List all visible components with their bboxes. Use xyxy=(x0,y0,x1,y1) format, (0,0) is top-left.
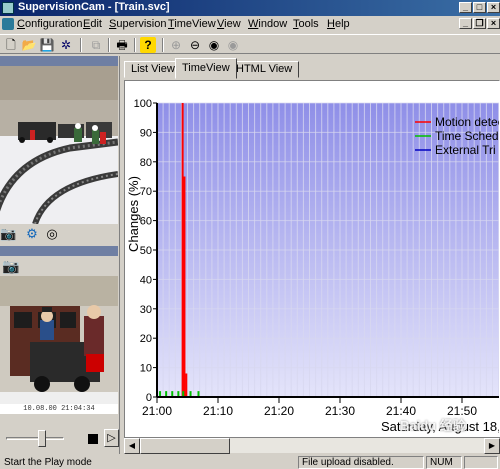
scroll-right-arrow-icon[interactable]: ▶ xyxy=(484,438,500,454)
watermark-logo: Baidu 经验 xyxy=(400,418,466,433)
menu-timeview[interactable]: TimeView xyxy=(168,18,216,30)
maximize-icon[interactable]: □ xyxy=(473,2,486,13)
stop-icon[interactable] xyxy=(88,434,98,444)
open-icon[interactable]: 📂 xyxy=(21,37,37,53)
copy-icon[interactable]: ⧉ xyxy=(88,37,104,53)
camera2-header xyxy=(0,246,118,256)
y-tick-label: 40 xyxy=(140,274,152,286)
playback-slider-track[interactable] xyxy=(6,437,64,440)
x-tick-label: 21:10 xyxy=(203,404,233,418)
tab-list-view[interactable]: List View xyxy=(124,61,182,78)
status-empty-cell xyxy=(464,456,498,469)
minimize-icon[interactable]: _ xyxy=(459,2,472,13)
view-tabs: List View TimeView HTML View xyxy=(121,56,500,80)
menu-supervision[interactable]: Supervision xyxy=(109,18,166,30)
menu-view[interactable]: View xyxy=(217,18,241,30)
menu-window[interactable]: Window xyxy=(248,18,287,30)
toolbar: 🗋 📂 💾 ✲ ⧉ 🖶 ? ⊕ ⊖ ◉ ◉ xyxy=(0,34,500,54)
toolbar-separator xyxy=(134,38,136,52)
y-tick-label: 0 xyxy=(146,392,152,404)
camera2-image xyxy=(0,276,118,404)
toolbar-separator xyxy=(80,38,82,52)
status-message: Start the Play mode xyxy=(4,457,92,468)
camera1-image xyxy=(0,66,118,224)
zoom-in-icon[interactable]: ⊕ xyxy=(168,37,184,53)
toolbar-separator xyxy=(162,38,164,52)
save-icon[interactable]: 💾 xyxy=(39,37,55,53)
camera2-icon[interactable]: 📷 xyxy=(2,256,22,276)
scroll-left-icon[interactable]: ◉ xyxy=(206,37,222,53)
zoom-out-icon[interactable]: ⊖ xyxy=(187,37,203,53)
y-tick-label: 60 xyxy=(140,216,152,228)
timeview-chart-frame: 0 10 20 30 40 50 60 70 80 90 100 21:00 21:10 21:20 21:… xyxy=(124,80,500,440)
x-tick-label: 21:00 xyxy=(142,404,172,418)
menu-configuration[interactable]: Configuration xyxy=(17,18,82,30)
y-tick-label: 20 xyxy=(140,333,152,345)
camera-view-icon[interactable]: ◎ xyxy=(44,226,60,242)
menu-tools[interactable]: Tools xyxy=(293,18,319,30)
train-scene-image xyxy=(0,66,118,224)
train-closeup-image xyxy=(0,276,118,404)
playback-slider-thumb[interactable] xyxy=(38,430,46,447)
legend-label: Time Schedu xyxy=(435,129,499,143)
menu-bar: Configuration Edit Supervision TimeView … xyxy=(0,16,500,34)
status-bar: Start the Play mode File upload disabled… xyxy=(0,455,500,469)
mdi-restore-icon[interactable]: ❐ xyxy=(473,18,486,29)
y-tick-label: 10 xyxy=(140,363,152,375)
y-tick-label: 100 xyxy=(134,98,152,110)
menu-edit[interactable]: Edit xyxy=(83,18,102,30)
x-tick-label: 21:30 xyxy=(325,404,355,418)
window-titlebar: SupervisionCam - [Train.svc] _ □ × xyxy=(0,0,500,16)
y-tick-label: 30 xyxy=(140,304,152,316)
y-tick-label: 70 xyxy=(140,186,152,198)
status-upload: File upload disabled. xyxy=(298,456,424,469)
document-icon[interactable] xyxy=(2,18,14,30)
scroll-right-icon[interactable]: ◉ xyxy=(225,37,241,53)
timeview-pane: List View TimeView HTML View 0 10 20 30 40 50… xyxy=(121,56,500,454)
scroll-left-arrow-icon[interactable]: ◀ xyxy=(124,438,140,454)
app-icon xyxy=(2,2,14,14)
new-icon[interactable]: 🗋 xyxy=(3,37,19,53)
toolbar-separator xyxy=(108,38,110,52)
tab-html-view[interactable]: HTML View xyxy=(229,61,300,78)
y-tick-label: 90 xyxy=(140,127,152,139)
scroll-thumb[interactable] xyxy=(140,438,230,454)
camera-settings-icon[interactable]: ⚙ xyxy=(24,226,40,242)
menu-help[interactable]: Help xyxy=(327,18,350,30)
x-tick-label: 21:20 xyxy=(264,404,294,418)
mdi-minimize-icon[interactable]: _ xyxy=(459,18,472,29)
camera1-toolbar: 📷 ⚙ ◎ xyxy=(0,224,118,244)
close-icon[interactable]: × xyxy=(487,2,500,13)
horizontal-scrollbar[interactable]: ◀ ▶ xyxy=(124,437,500,454)
play-icon[interactable]: ▷ xyxy=(104,429,119,447)
camera2-timestamp: 10.08.00 21:04:34 xyxy=(0,404,118,414)
camera-pane: 📷 ⚙ ◎ 📷 10.08.00 21:04:34 ▷ xyxy=(0,56,120,454)
y-tick-label: 50 xyxy=(140,245,152,257)
print-icon[interactable]: 🖶 xyxy=(114,37,130,53)
player-controls: ▷ xyxy=(0,428,120,450)
wizard-icon[interactable]: ✲ xyxy=(58,37,74,53)
y-tick-label: 80 xyxy=(140,157,152,169)
tab-timeview[interactable]: TimeView xyxy=(175,58,237,79)
legend-label: External Tri xyxy=(435,143,496,157)
legend-label: Motion detec xyxy=(435,115,499,129)
changes-chart: 0 10 20 30 40 50 60 70 80 90 100 21:00 21:10 21:20 21:… xyxy=(126,98,499,434)
window-title: SupervisionCam - [Train.svc] xyxy=(18,1,170,13)
camera-icon[interactable]: 📷 xyxy=(0,226,16,242)
mdi-close-icon[interactable]: × xyxy=(487,18,500,29)
help-icon[interactable]: ? xyxy=(140,37,156,53)
y-axis-label: Changes (%) xyxy=(126,176,141,252)
camera1-header xyxy=(0,56,118,66)
status-num-lock: NUM xyxy=(426,456,462,469)
